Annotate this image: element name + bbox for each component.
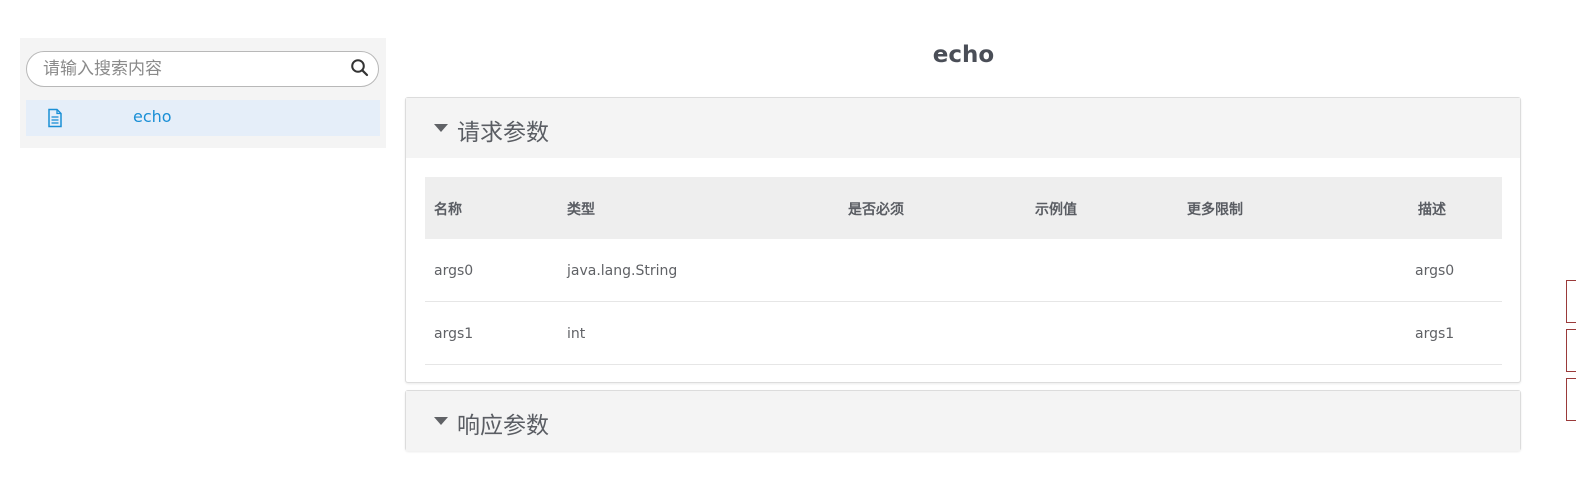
column-header-required: 是否必须 xyxy=(848,202,904,218)
table-header: 名称 类型 是否必须 示例值 更多限制 描述 xyxy=(425,177,1502,239)
search-input[interactable] xyxy=(43,52,343,86)
request-params-header[interactable]: 请求参数 xyxy=(406,98,1520,158)
response-params-panel: 响应参数 xyxy=(405,390,1521,451)
caret-down-icon xyxy=(434,124,448,132)
sidebar-item-echo[interactable]: echo xyxy=(26,100,380,136)
params-table: 名称 类型 是否必须 示例值 更多限制 描述 args0 java.lang.S… xyxy=(425,177,1502,365)
column-header-name: 名称 xyxy=(434,202,462,218)
search-icon[interactable] xyxy=(350,58,370,78)
column-header-type: 类型 xyxy=(567,202,595,218)
request-params-panel: 请求参数 名称 类型 是否必须 示例值 更多限制 描述 args0 java.l… xyxy=(405,97,1521,383)
floating-tab[interactable] xyxy=(1566,378,1576,421)
cell-name: args1 xyxy=(434,326,474,342)
cell-description: args0 xyxy=(1415,263,1455,279)
sidebar-item-label: echo xyxy=(133,107,172,126)
column-header-description: 描述 xyxy=(1418,202,1446,218)
caret-down-icon xyxy=(434,417,448,425)
cell-type: java.lang.String xyxy=(567,263,678,279)
floating-tab[interactable] xyxy=(1566,280,1576,323)
column-header-example: 示例值 xyxy=(1035,202,1077,218)
cell-description: args1 xyxy=(1415,326,1455,342)
sidebar: echo xyxy=(20,38,386,148)
table-row: args0 java.lang.String args0 xyxy=(425,239,1502,302)
table-row: args1 int args1 xyxy=(425,302,1502,365)
search-box xyxy=(26,51,379,87)
cell-type: int xyxy=(567,326,586,342)
response-params-header[interactable]: 响应参数 xyxy=(406,391,1520,451)
column-header-constraints: 更多限制 xyxy=(1187,202,1243,218)
cell-name: args0 xyxy=(434,263,474,279)
response-params-title: 响应参数 xyxy=(457,413,549,439)
floating-tab[interactable] xyxy=(1566,329,1576,372)
request-params-title: 请求参数 xyxy=(457,120,549,146)
page-title: echo xyxy=(932,42,995,68)
document-icon xyxy=(48,108,62,128)
